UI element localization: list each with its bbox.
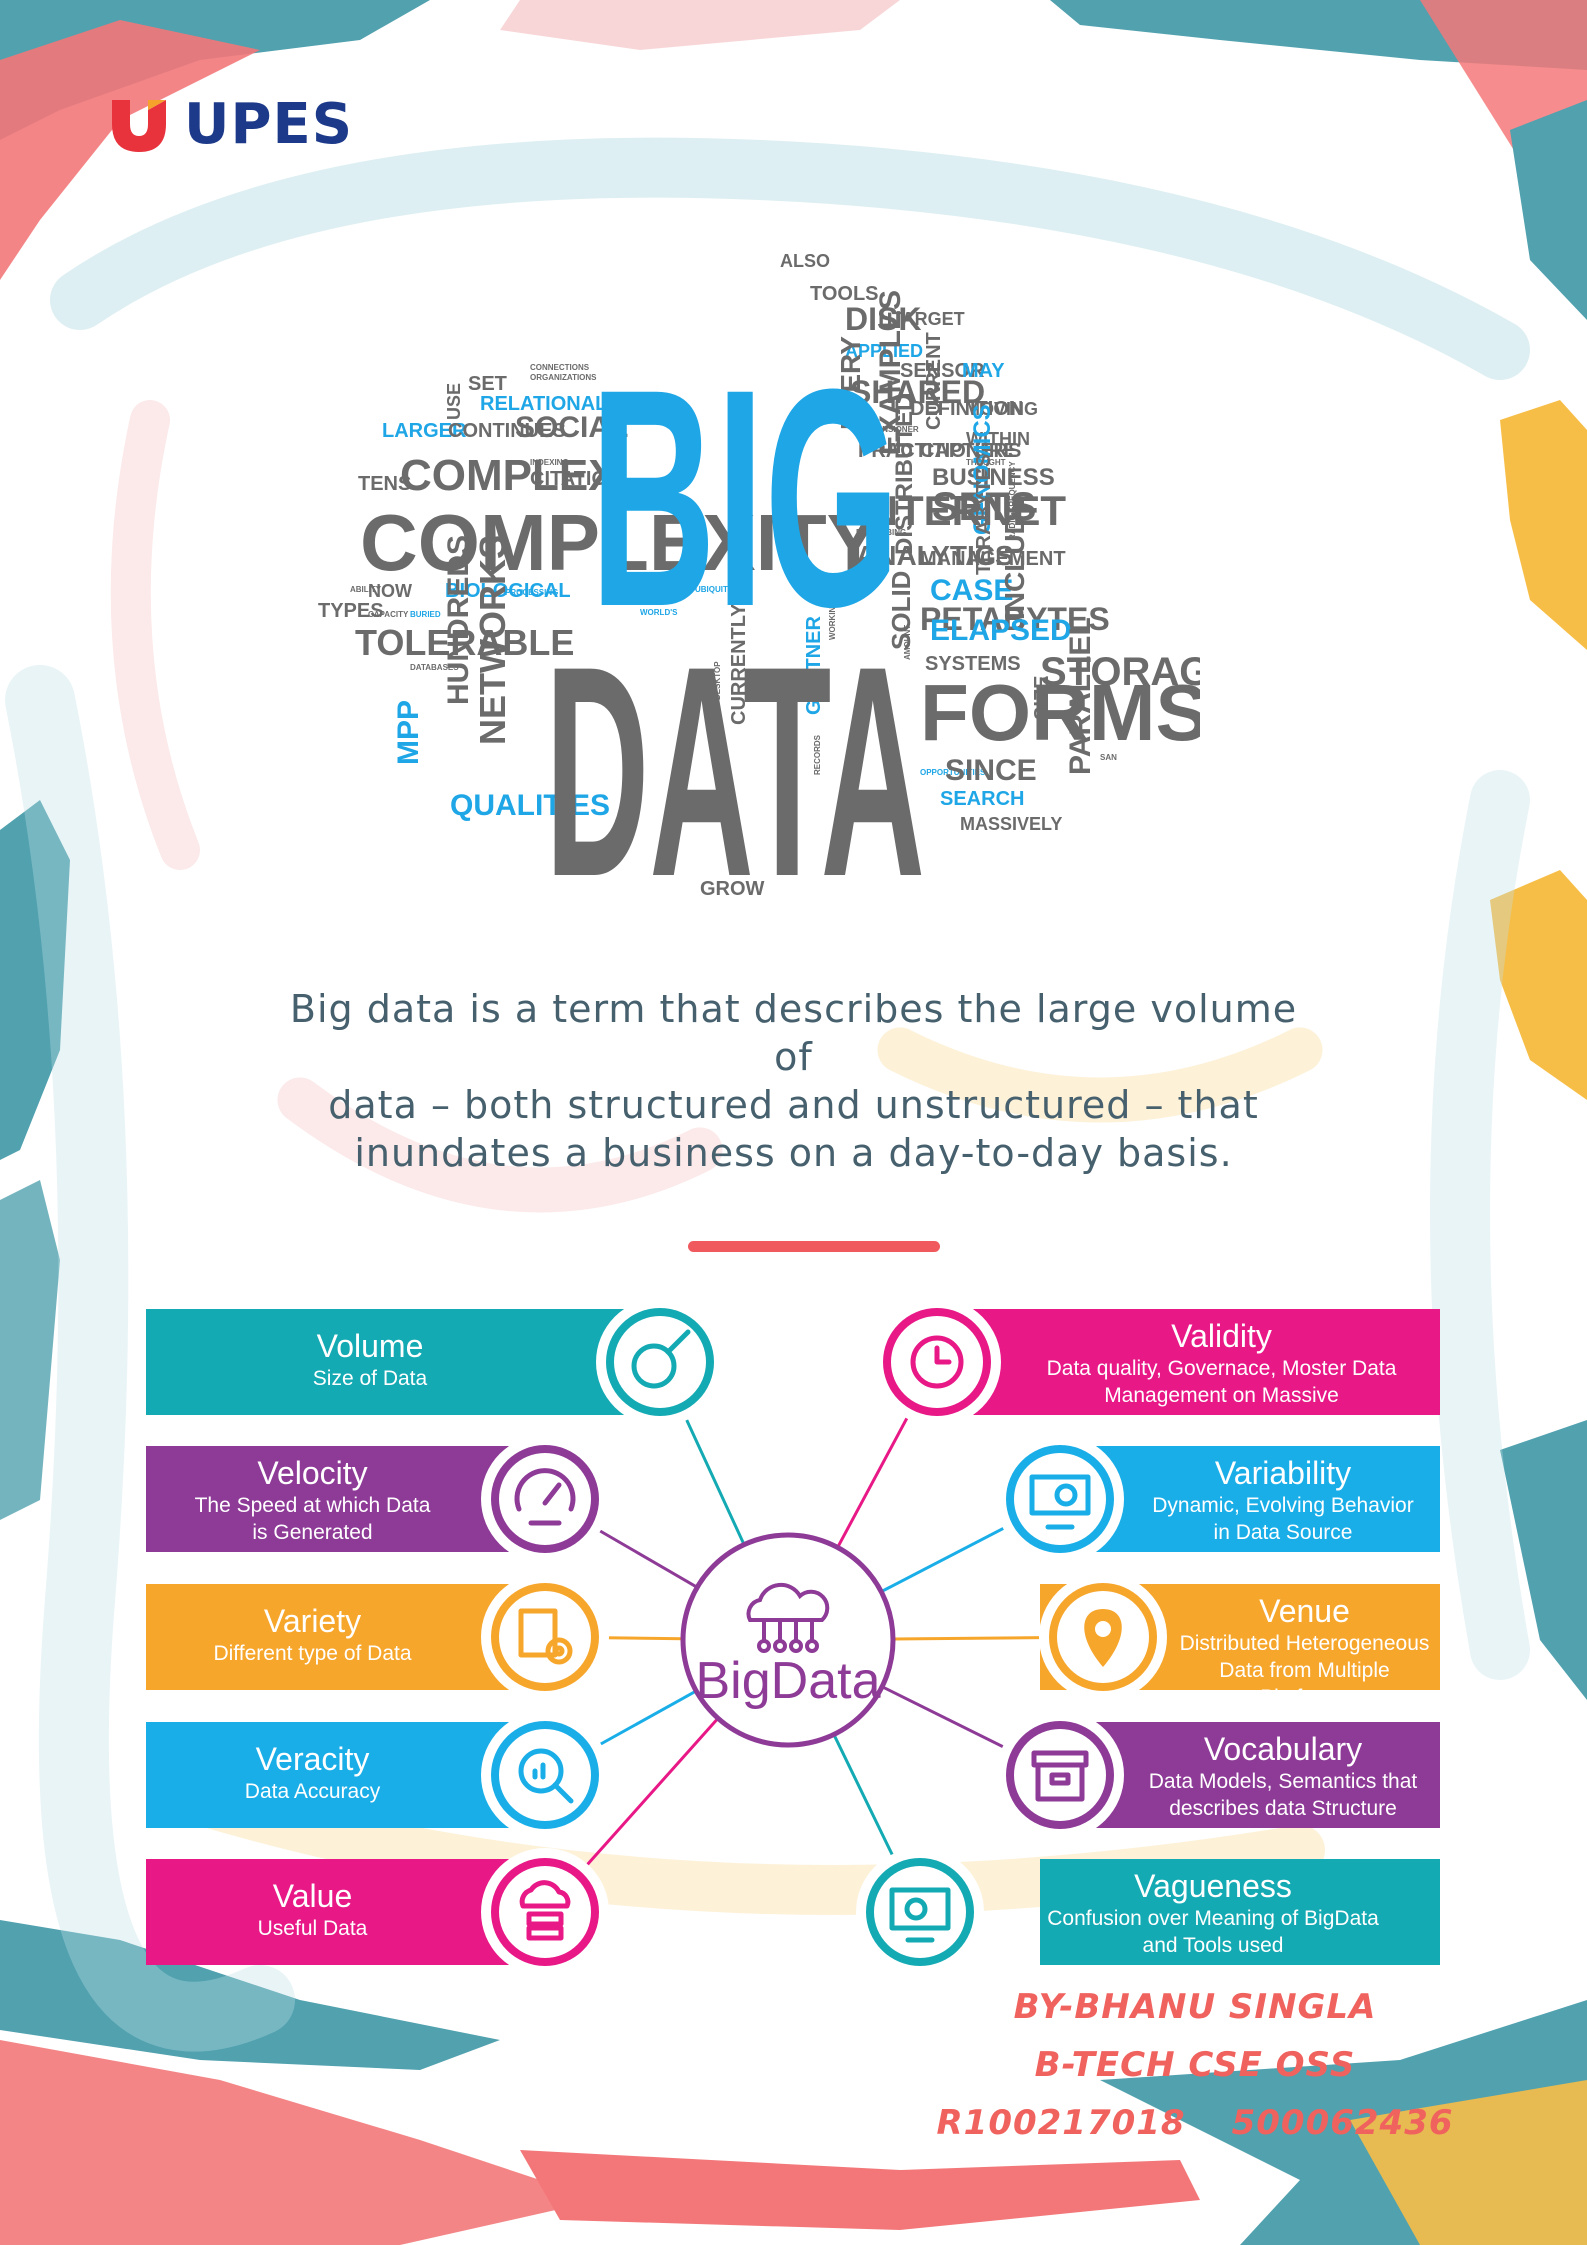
- word-cloud-term: SEARCH: [940, 788, 1024, 810]
- card-title: Value: [272, 1878, 353, 1914]
- definition-line-1: Big data is a term that describes the la…: [289, 987, 1298, 1079]
- card-text-variability: Variability Dynamic, Evolving Behavior in …: [1130, 1454, 1436, 1546]
- card-subtitle: Data Accuracy: [244, 1780, 381, 1803]
- word-cloud-term: SINCE: [945, 754, 1037, 787]
- word-cloud-term: NOW: [368, 581, 412, 601]
- big-data-vs-diagram: BigData Volume Size of Data Velocity The Sp…: [0, 1300, 1587, 1980]
- word-cloud-term: CONNECTIONS: [530, 363, 590, 372]
- card-subtitle: Dynamic, Evolving Behavior: [1152, 1494, 1414, 1517]
- card-title: Veracity: [255, 1741, 370, 1777]
- word-cloud-term: ALSO: [780, 251, 830, 271]
- card-title: Validity: [1171, 1318, 1272, 1354]
- card-subtitle: Management on Massive: [1104, 1384, 1339, 1407]
- author-roll-number: R100217018: [936, 2103, 1186, 2143]
- card-text-vagueness: Vagueness Confusion over Meaning of BigDa…: [990, 1867, 1436, 1959]
- word-cloud-term: SAN: [1100, 753, 1117, 762]
- word-cloud-term: ELAPSED: [930, 614, 1072, 647]
- card-subtitle: is Generated: [252, 1521, 373, 1544]
- card-title: Variability: [1214, 1455, 1352, 1491]
- card-subtitle: Useful Data: [257, 1917, 368, 1940]
- card-subtitle: Data Models, Semantics that: [1148, 1770, 1418, 1793]
- word-cloud-term: SIZE: [1031, 676, 1053, 720]
- author-block: BY-BHANU SINGLA B-TECH CSE OSS R10021701…: [936, 1978, 1452, 2152]
- bigdata-hub: BigData: [680, 1532, 896, 1748]
- card-title: Volume: [316, 1328, 424, 1364]
- author-by-line: BY-BHANU SINGLA: [1013, 1987, 1377, 2027]
- word-cloud-term: PROCESSING: [505, 588, 558, 597]
- word-cloud-term: TERABYTES: [973, 454, 995, 575]
- card-text-velocity: Velocity The Speed at which Data is Genera…: [150, 1454, 475, 1546]
- word-cloud-term: MPP: [392, 700, 425, 765]
- card-text-veracity: Veracity Data Accuracy: [150, 1740, 475, 1805]
- divider-stroke: [688, 1241, 940, 1252]
- card-text-validity: Validity Data quality, Governace, Moster …: [1007, 1317, 1436, 1409]
- word-cloud-term: BURIED: [410, 610, 441, 619]
- word-cloud-term: NETWORKS: [472, 535, 513, 745]
- card-title: Velocity: [257, 1455, 368, 1491]
- card-subtitle: Size of Data: [312, 1367, 428, 1390]
- upes-logo: UPES: [108, 92, 353, 157]
- card-text-venue: Venue Distributed Heterogeneous Data from …: [1173, 1592, 1436, 1711]
- definition-line-2: data – both structured and unstructured …: [328, 1083, 1259, 1127]
- word-cloud-term: PARALLEL: [1064, 617, 1097, 775]
- big-data-word-cloud: ALSOTOOLSDISKTARGETAPPLIEDSENSORMAYEXAMP…: [318, 251, 1200, 910]
- card-subtitle: Data from Multiple Platforms: [1219, 1659, 1390, 1709]
- word-cloud-term: HUNDREDS: [442, 535, 475, 705]
- author-sap-id: 500062436: [1231, 2103, 1454, 2143]
- card-title: Vocabulary: [1203, 1731, 1363, 1767]
- word-cloud-term: ORGANIZATIONS: [530, 373, 597, 382]
- card-subtitle: and Tools used: [1142, 1934, 1284, 1957]
- word-cloud-term: MASSIVELY: [960, 814, 1062, 834]
- card-subtitle: Distributed Heterogeneous: [1179, 1632, 1430, 1655]
- card-text-value: Value Useful Data: [150, 1877, 475, 1942]
- card-subtitle: The Speed at which Data: [194, 1494, 431, 1517]
- card-subtitle: Different type of Data: [213, 1642, 412, 1665]
- hub-label: BigData: [696, 1652, 881, 1710]
- card-title: Venue: [1259, 1593, 1350, 1629]
- word-cloud-term: CURRENT: [923, 332, 945, 430]
- card-text-vocabulary: Vocabulary Data Models, Semantics that des…: [1130, 1730, 1436, 1822]
- big-data-definition: Big data is a term that describes the la…: [270, 985, 1317, 1177]
- card-title: Vagueness: [1134, 1868, 1292, 1904]
- word-cloud-term: SET: [468, 373, 507, 395]
- word-cloud-term: USE: [444, 383, 464, 420]
- card-text-variety: Variety Different type of Data: [150, 1602, 475, 1667]
- card-title: Variety: [263, 1603, 362, 1639]
- word-cloud-term: INCLUDE: [999, 496, 1030, 620]
- definition-line-3: inundates a business on a day-to-day bas…: [354, 1131, 1233, 1175]
- card-subtitle: in Data Source: [1213, 1521, 1353, 1544]
- word-cloud-data: DATA: [545, 603, 925, 910]
- upes-shield-icon: [112, 99, 166, 152]
- card-subtitle: Confusion over Meaning of BigData: [1047, 1907, 1379, 1930]
- word-cloud-term: DATABASES: [410, 663, 459, 672]
- brand-name: UPES: [184, 92, 354, 157]
- word-cloud-term: CAPACITY: [368, 610, 409, 619]
- author-course: B-TECH CSE OSS: [1034, 2045, 1356, 2085]
- card-subtitle: describes data Structure: [1169, 1797, 1397, 1820]
- card-subtitle: Data quality, Governace, Moster Data: [1046, 1357, 1397, 1380]
- card-text-volume: Volume Size of Data: [150, 1327, 590, 1392]
